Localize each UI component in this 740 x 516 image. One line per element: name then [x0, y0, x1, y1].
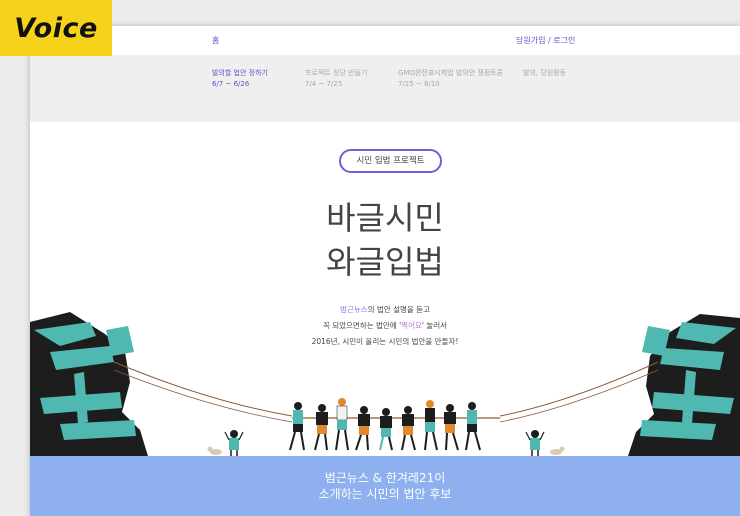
banner-line-2: 소개하는 시민의 법안 후보: [318, 487, 452, 501]
home-link[interactable]: 홈: [212, 35, 219, 46]
hero-title: 바글시민 와글입법: [30, 196, 740, 284]
browser-page: 홈 당원가입 / 로그인 발의할 법안 정하기 6/7 ~ 6/26 프로젝트 …: [30, 26, 740, 516]
left-child-figure: [224, 430, 244, 456]
step-label: 발의, 당원활동: [523, 69, 567, 77]
step-label: GMO완전표시제법 발의안 쟁점토론: [398, 69, 504, 77]
desc-line-2-pre: 꼭 되었으면하는 법안에 ': [322, 321, 402, 330]
left-dog-figure: [207, 446, 222, 455]
step-label: 발의할 법안 정하기: [212, 69, 268, 77]
hero-description: 범근뉴스의 법안 설명을 듣고 꼭 되었으면하는 법안에 '찍어요' 눌러서 2…: [30, 302, 740, 350]
voice-logo-badge: Voice: [0, 0, 112, 56]
brand-highlight: 범근뉴스: [340, 305, 368, 314]
top-navigation-bar: 홈 당원가입 / 로그인: [30, 26, 740, 56]
desc-line-1: 범근뉴스의 법안 설명을 듣고: [30, 302, 740, 318]
hero-section: 시민 입법 프로젝트 바글시민 와글입법 범근뉴스의 법안 설명을 듣고 꼭 되…: [30, 122, 740, 456]
tug-of-war-pullers: [289, 398, 481, 451]
desc-line-1-text: 의 법안 설명을 듣고: [367, 305, 430, 314]
citizen-legislation-button[interactable]: 시민 입법 프로젝트: [339, 149, 442, 173]
step-item-4[interactable]: 발의, 당원활동: [523, 68, 566, 79]
banner-line-1: 범근뉴스 & 한겨레21이: [324, 471, 446, 485]
desc-line-2: 꼭 되었으면하는 법안에 '찍어요' 눌러서: [30, 318, 740, 334]
bill-candidates-banner: 범근뉴스 & 한겨레21이 소개하는 시민의 법안 후보: [30, 456, 740, 516]
signup-login-link[interactable]: 당원가입 / 로그인: [516, 35, 575, 46]
step-item-2[interactable]: 프로젝트 정당 만들기 7/4 ~ 7/25: [305, 68, 367, 90]
step-item-1[interactable]: 발의할 법안 정하기 6/7 ~ 6/26: [212, 68, 268, 90]
hero-title-line2: 와글입법: [326, 243, 444, 281]
desc-line-2-post: ' 눌러서: [421, 321, 448, 330]
step-date: 7/4 ~ 7/25: [305, 80, 343, 88]
right-dog-figure: [550, 446, 565, 455]
voice-logo-text: Voice: [14, 12, 98, 44]
hero-title-line1: 바글시민: [326, 199, 444, 237]
project-steps-bar: 발의할 법안 정하기 6/7 ~ 6/26 프로젝트 정당 만들기 7/4 ~ …: [30, 56, 740, 122]
desc-line-3: 2016년, 시민이 올리는 시민의 법안을 만들자!: [311, 337, 459, 346]
step-item-3[interactable]: GMO완전표시제법 발의안 쟁점토론 7/25 ~ 8/10: [398, 68, 503, 90]
step-label: 프로젝트 정당 만들기: [305, 69, 368, 77]
step-date: 6/7 ~ 6/26: [212, 80, 250, 88]
right-child-figure: [525, 430, 545, 456]
step-date: 7/25 ~ 8/10: [398, 80, 440, 88]
vote-highlight: 찍어요: [401, 321, 422, 330]
